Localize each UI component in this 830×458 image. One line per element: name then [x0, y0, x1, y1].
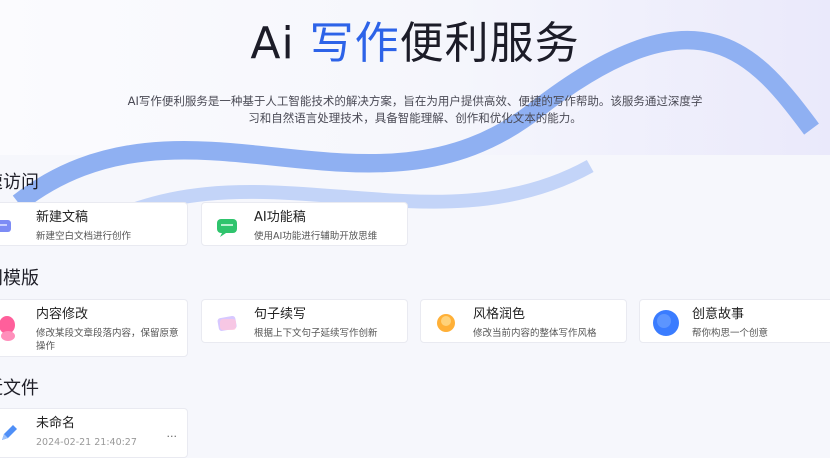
template-style-polish[interactable]: 风格润色 修改当前内容的整体写作风格 — [420, 299, 627, 343]
card-desc: 帮你构思一个创意 — [692, 328, 769, 339]
hero-description: AI写作便利服务是一种基于人工智能技术的解决方案，旨在为用户提供高效、便捷的写作… — [127, 94, 703, 125]
card-desc: 新建空白文档进行创作 — [36, 231, 132, 242]
card-name: 句子续写 — [254, 307, 307, 322]
card-name: AI功能稿 — [254, 210, 306, 225]
card-desc: 修改某段文章段落内容，保留原意操作 — [36, 328, 179, 352]
more-options-icon[interactable]: ... — [167, 427, 178, 440]
hero-banner: Ai 写作便利服务 AI写作便利服务是一种基于人工智能技术的解决方案，旨在为用户… — [0, 0, 830, 246]
card-name: 创意故事 — [692, 307, 745, 322]
file-name: 未命名 — [36, 416, 76, 431]
style-polish-icon — [437, 314, 455, 332]
pencil-icon — [2, 425, 17, 440]
quick-access-title: 速访问 — [0, 172, 39, 193]
sentence-continue-icon — [217, 316, 237, 331]
card-desc: 使用AI功能进行辅助开放思维 — [254, 231, 378, 242]
templates-title: 门模版 — [0, 268, 39, 289]
template-edit-content[interactable]: 内容修改 修改某段文章段落内容，保留原意操作 — [0, 299, 188, 357]
card-desc: 修改当前内容的整体写作风格 — [473, 328, 597, 339]
edit-content-icon — [0, 316, 15, 341]
title-highlight: 写作 — [309, 18, 400, 69]
page-title: Ai 写作便利服务 — [0, 14, 830, 74]
card-name: 内容修改 — [36, 307, 89, 322]
card-name: 风格润色 — [473, 307, 526, 322]
doc-new-icon — [0, 220, 11, 232]
quick-item-new-doc[interactable]: 新建文稿 新建空白文档进行创作 — [0, 202, 188, 246]
template-creative-story[interactable]: 创意故事 帮你构思一个创意 — [639, 299, 830, 343]
template-sentence-continue[interactable]: 句子续写 根据上下文句子延续写作创新 — [201, 299, 408, 343]
creative-story-icon — [653, 310, 679, 336]
recent-title: 近文件 — [0, 378, 39, 399]
quick-item-ai[interactable]: AI功能稿 使用AI功能进行辅助开放思维 — [201, 202, 408, 246]
ai-chat-icon — [217, 219, 237, 237]
card-desc: 根据上下文句子延续写作创新 — [254, 328, 378, 339]
card-name: 新建文稿 — [36, 210, 89, 225]
title-suffix: 便利服务 — [399, 18, 580, 69]
title-prefix: Ai — [250, 18, 310, 69]
file-time: 2024-02-21 21:40:27 — [36, 437, 137, 448]
recent-file-item[interactable]: 未命名 2024-02-21 21:40:27 ... — [0, 408, 188, 458]
